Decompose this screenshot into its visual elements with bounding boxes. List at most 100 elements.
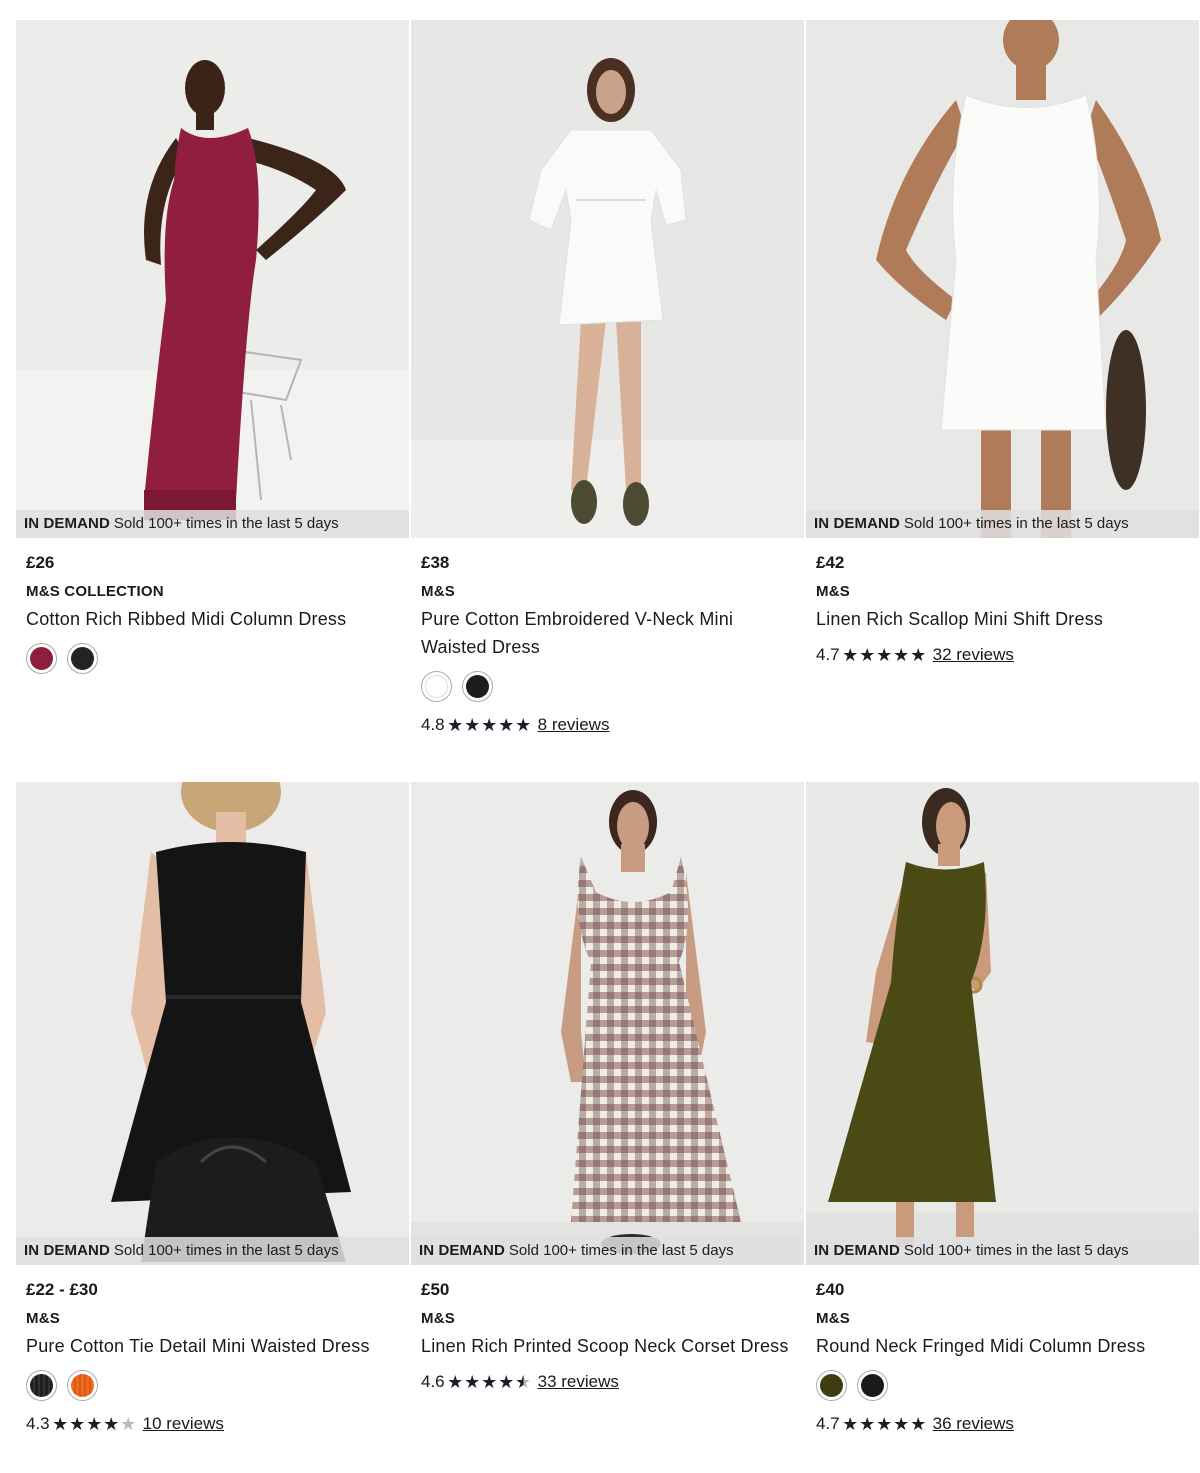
in-demand-badge: IN DEMAND Sold 100+ times in the last 5 d… — [411, 1237, 804, 1265]
star-icon: ★ — [910, 1414, 927, 1434]
reviews-link[interactable]: 33 reviews — [538, 1372, 619, 1392]
star-rating: ★ ★ ★ ★ ★ — [842, 646, 927, 664]
star-icon: ★ — [498, 715, 515, 735]
product-price: £50 — [421, 1280, 450, 1299]
product-brand: M&S — [26, 1310, 60, 1327]
star-icon: ★ — [893, 1414, 910, 1434]
product-title[interactable]: Pure Cotton Tie Detail Mini Waisted Dres… — [26, 1332, 399, 1360]
product-image[interactable]: IN DEMAND Sold 100+ times in the last 5 d… — [411, 782, 804, 1265]
swatch-orange[interactable] — [67, 1370, 98, 1401]
reviews-link[interactable]: 32 reviews — [933, 645, 1014, 665]
reviews-link[interactable]: 36 reviews — [933, 1414, 1014, 1434]
badge-text: Sold 100+ times in the last 5 days — [903, 1242, 1129, 1259]
product-rating: 4.6 ★ ★ ★ ★ ★ 33 reviews — [421, 1370, 794, 1394]
product-rating: 4.3 ★ ★ ★ ★ ★ 10 reviews — [26, 1412, 399, 1436]
product-image[interactable]: IN DEMAND Sold 100+ times in the last 5 d… — [806, 782, 1199, 1265]
product-image[interactable]: IN DEMAND Sold 100+ times in the last 5 d… — [16, 20, 409, 538]
star-rating: ★ ★ ★ ★ ★ — [842, 1415, 927, 1433]
model-photo — [806, 20, 1199, 538]
star-icon: ★ — [52, 1414, 69, 1434]
product-title[interactable]: Linen Rich Printed Scoop Neck Corset Dre… — [421, 1332, 794, 1360]
star-icon: ★ — [842, 1414, 859, 1434]
swatch-black[interactable] — [462, 671, 493, 702]
product-price: £40 — [816, 1280, 845, 1299]
product-title[interactable]: Pure Cotton Embroidered V-Neck Mini Wais… — [421, 605, 794, 661]
swatch-burgundy[interactable] — [26, 643, 57, 674]
product-card[interactable]: IN DEMAND Sold 100+ times in the last 5 d… — [16, 20, 409, 675]
product-card[interactable]: £38 M&S Pure Cotton Embroidered V-Neck M… — [411, 20, 804, 737]
star-empty-icon: ★ — [120, 1414, 137, 1434]
product-brand: M&S — [421, 1310, 455, 1327]
in-demand-badge: IN DEMAND Sold 100+ times in the last 5 d… — [16, 510, 409, 538]
star-icon: ★ — [464, 1372, 481, 1392]
star-icon: ★ — [464, 715, 481, 735]
product-rating: 4.7 ★ ★ ★ ★ ★ 36 reviews — [816, 1412, 1189, 1436]
star-icon: ★ — [481, 715, 498, 735]
star-icon: ★ — [69, 1414, 86, 1434]
badge-text: Sold 100+ times in the last 5 days — [113, 1242, 339, 1259]
badge-text: Sold 100+ times in the last 5 days — [113, 515, 339, 532]
star-icon: ★ — [876, 1414, 893, 1434]
star-icon: ★ — [842, 645, 859, 665]
product-card[interactable]: IN DEMAND Sold 100+ times in the last 5 d… — [806, 782, 1199, 1436]
product-price: £38 — [421, 553, 450, 572]
badge-label: IN DEMAND — [419, 1242, 505, 1259]
badge-text: Sold 100+ times in the last 5 days — [903, 515, 1129, 532]
model-photo — [806, 782, 1199, 1265]
star-icon: ★ — [859, 645, 876, 665]
color-swatches — [26, 1370, 399, 1402]
star-rating: ★ ★ ★ ★ ★ — [447, 1373, 532, 1391]
product-rating: 4.7 ★ ★ ★ ★ ★ 32 reviews — [816, 643, 1189, 667]
rating-value: 4.7 — [816, 645, 840, 664]
in-demand-badge: IN DEMAND Sold 100+ times in the last 5 d… — [806, 510, 1199, 538]
product-card[interactable]: IN DEMAND Sold 100+ times in the last 5 d… — [16, 782, 409, 1436]
star-icon: ★ — [910, 645, 927, 665]
rating-value: 4.8 — [421, 715, 445, 734]
product-card[interactable]: IN DEMAND Sold 100+ times in the last 5 d… — [411, 782, 804, 1394]
in-demand-badge: IN DEMAND Sold 100+ times in the last 5 d… — [16, 1237, 409, 1265]
star-icon: ★ — [515, 715, 532, 735]
model-photo — [16, 782, 409, 1265]
model-photo — [16, 20, 409, 538]
badge-text: Sold 100+ times in the last 5 days — [508, 1242, 734, 1259]
product-title[interactable]: Linen Rich Scallop Mini Shift Dress — [816, 605, 1189, 633]
star-icon: ★ — [447, 1372, 464, 1392]
swatch-black[interactable] — [26, 1370, 57, 1401]
product-card[interactable]: IN DEMAND Sold 100+ times in the last 5 d… — [806, 20, 1199, 667]
product-price: £22 - £30 — [26, 1280, 98, 1299]
product-title[interactable]: Round Neck Fringed Midi Column Dress — [816, 1332, 1189, 1360]
star-icon: ★ — [876, 645, 893, 665]
reviews-link[interactable]: 10 reviews — [143, 1414, 224, 1434]
swatch-white[interactable] — [421, 671, 452, 702]
swatch-olive[interactable] — [816, 1370, 847, 1401]
badge-label: IN DEMAND — [24, 515, 110, 532]
product-title[interactable]: Cotton Rich Ribbed Midi Column Dress — [26, 605, 399, 633]
product-brand: M&S COLLECTION — [26, 583, 164, 600]
product-price: £42 — [816, 553, 845, 572]
color-swatches — [816, 1370, 1189, 1402]
rating-value: 4.7 — [816, 1414, 840, 1433]
star-rating: ★ ★ ★ ★ ★ — [52, 1415, 137, 1433]
swatch-black[interactable] — [67, 643, 98, 674]
rating-value: 4.3 — [26, 1414, 50, 1433]
product-brand: M&S — [816, 583, 850, 600]
star-icon: ★ — [481, 1372, 498, 1392]
star-icon: ★ — [447, 715, 464, 735]
product-brand: M&S — [421, 583, 455, 600]
swatch-black[interactable] — [857, 1370, 888, 1401]
product-brand: M&S — [816, 1310, 850, 1327]
product-image[interactable]: IN DEMAND Sold 100+ times in the last 5 d… — [16, 782, 409, 1265]
dress-shape — [940, 94, 1107, 431]
badge-label: IN DEMAND — [814, 515, 900, 532]
star-icon: ★ — [893, 645, 910, 665]
product-image[interactable] — [411, 20, 804, 538]
model-photo — [411, 20, 804, 538]
reviews-link[interactable]: 8 reviews — [538, 715, 610, 735]
star-icon: ★ — [86, 1414, 103, 1434]
badge-label: IN DEMAND — [24, 1242, 110, 1259]
color-swatches — [26, 643, 399, 675]
product-price: £26 — [26, 553, 55, 572]
product-image[interactable]: IN DEMAND Sold 100+ times in the last 5 d… — [806, 20, 1199, 538]
star-icon: ★ — [859, 1414, 876, 1434]
star-icon: ★ — [103, 1414, 120, 1434]
